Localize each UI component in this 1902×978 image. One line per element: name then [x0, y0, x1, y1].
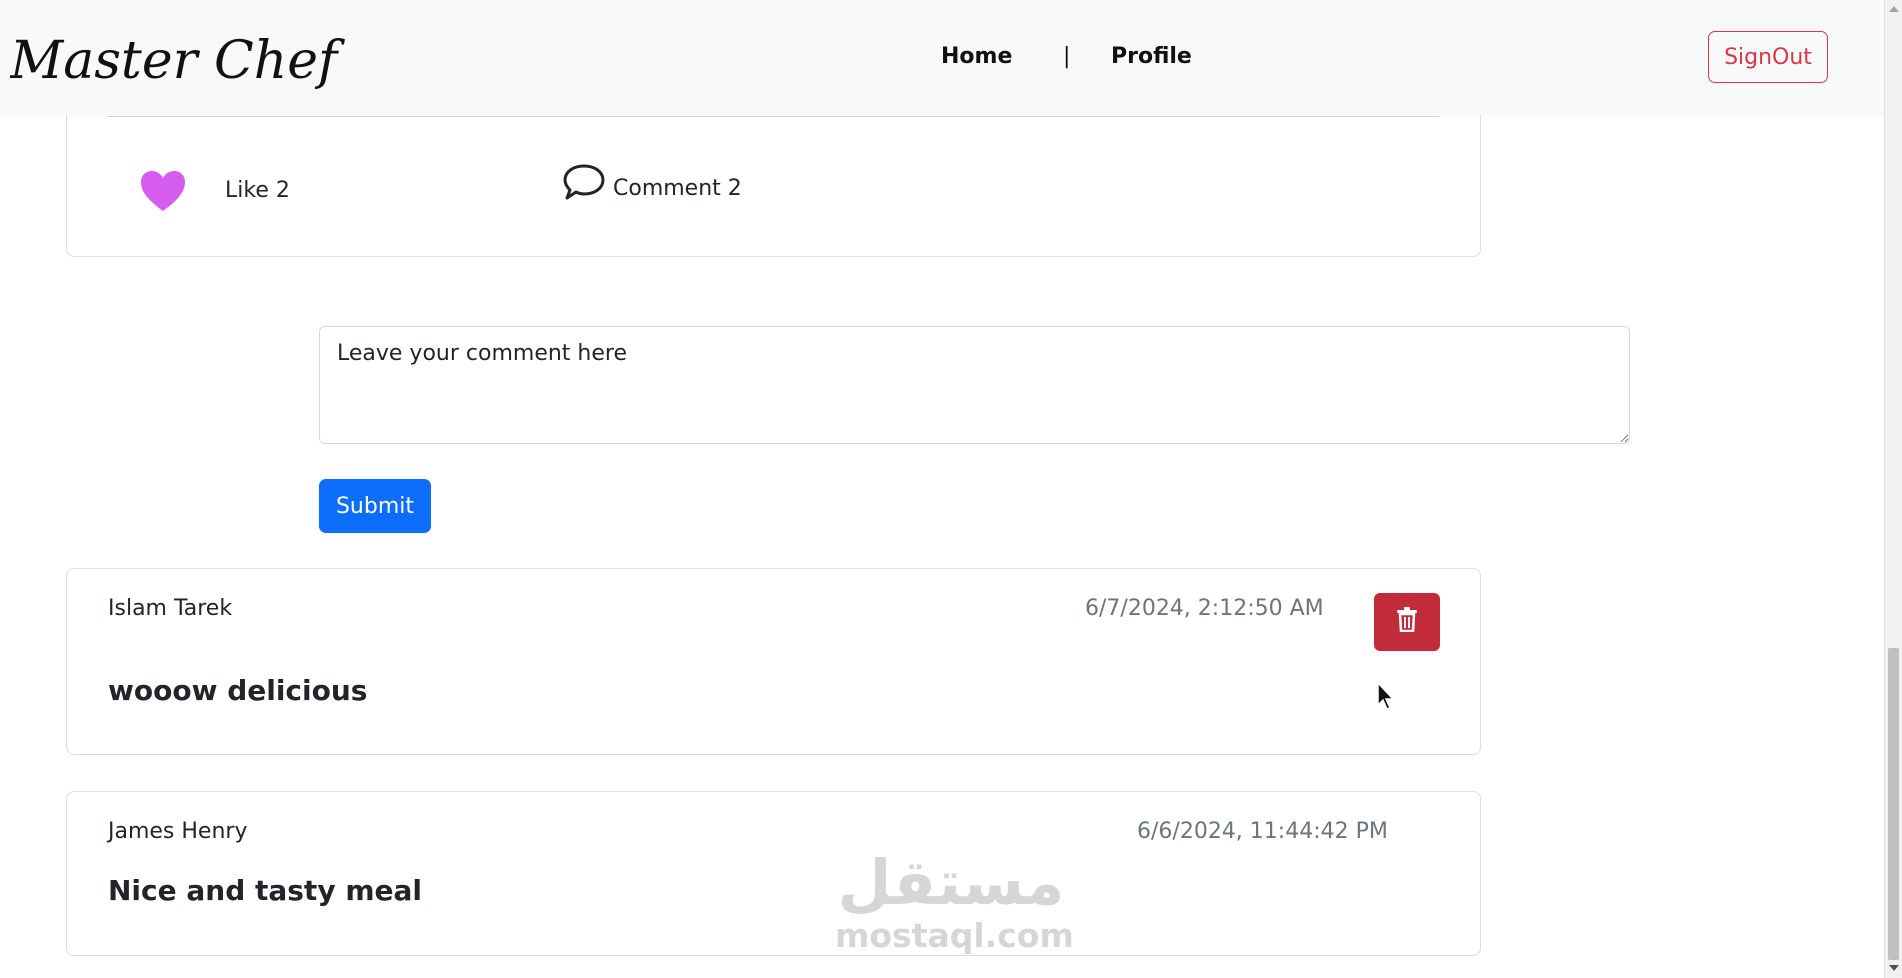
signout-button[interactable]: SignOut [1708, 31, 1828, 83]
post-divider [107, 116, 1439, 117]
comment-timestamp: 6/6/2024, 11:44:42 PM [1137, 819, 1388, 844]
scroll-down-arrow-icon[interactable] [1889, 965, 1899, 971]
watermark-arabic: مستقل [837, 846, 1065, 919]
brand-logo[interactable]: Master Chef [10, 22, 345, 94]
comment-author: Islam Tarek [108, 596, 233, 621]
delete-comment-button[interactable] [1374, 593, 1440, 651]
watermark-latin: mostaql.com [835, 916, 1074, 955]
comment-text: Nice and tasty meal [108, 874, 422, 907]
comment-textarea[interactable] [319, 326, 1630, 444]
comment-item: James Henry 6/6/2024, 11:44:42 PM Nice a… [66, 791, 1481, 956]
heart-icon[interactable] [140, 170, 186, 212]
trash-icon [1397, 607, 1417, 632]
comment-timestamp: 6/7/2024, 2:12:50 AM [1085, 596, 1324, 621]
brand-logo-graphic: Master Chef [10, 31, 345, 91]
comment-item: Islam Tarek 6/7/2024, 2:12:50 AM wooow d… [66, 568, 1481, 755]
mouse-cursor-icon [1377, 681, 1395, 710]
brand-text: Master Chef [10, 31, 345, 91]
nav-separator: | [1063, 44, 1071, 69]
comment-author: James Henry [108, 819, 248, 844]
nav-home-link[interactable]: Home [941, 42, 1012, 72]
scrollbar[interactable] [1884, 0, 1902, 978]
scroll-thumb[interactable] [1888, 648, 1899, 960]
scroll-up-arrow-icon[interactable] [1889, 6, 1899, 12]
speech-bubble-icon[interactable] [562, 163, 606, 203]
watermark: مستقل mostaql.com [835, 846, 1074, 958]
comment-count[interactable]: Comment 2 [613, 174, 742, 204]
submit-button[interactable]: Submit [319, 479, 431, 533]
like-count[interactable]: Like 2 [225, 176, 290, 206]
comment-text: wooow delicious [108, 674, 368, 707]
nav-profile-link[interactable]: Profile [1111, 42, 1192, 72]
navbar: Master Chef Home | Profile SignOut [0, 0, 1884, 115]
